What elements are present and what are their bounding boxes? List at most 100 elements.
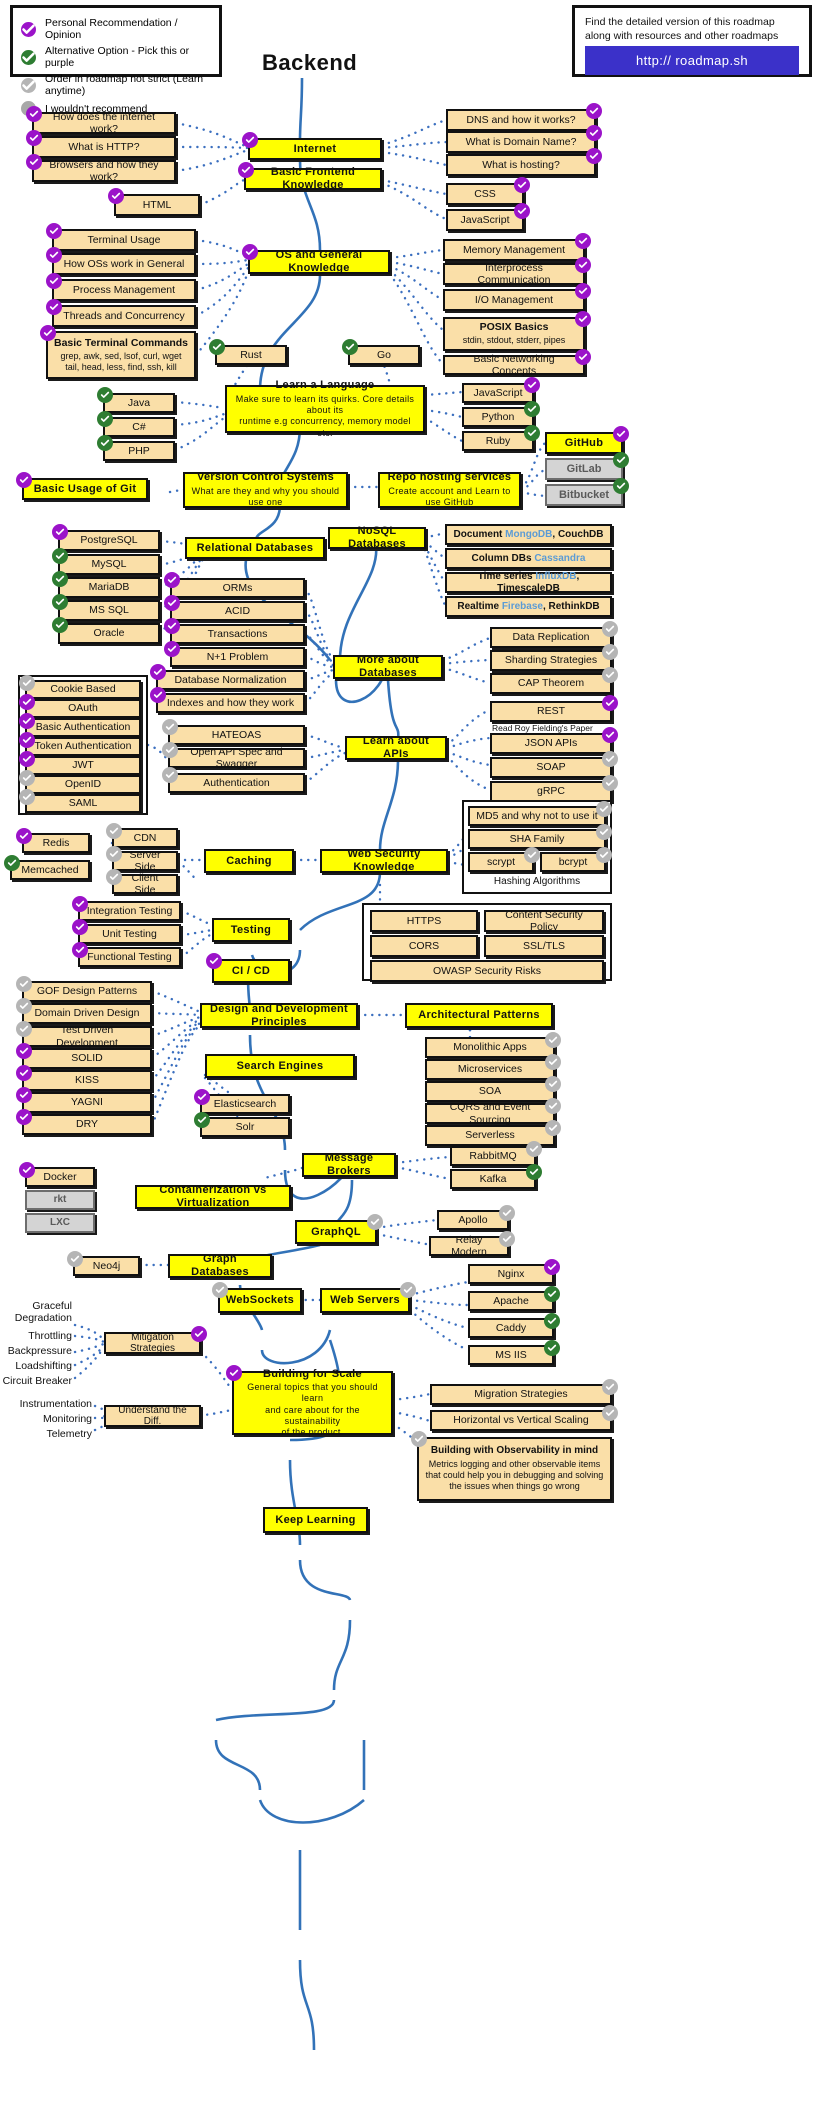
node-css[interactable]: CSS	[446, 177, 530, 205]
node-cqrs-event-sourcing[interactable]: CQRS and Event Sourcing	[425, 1098, 561, 1126]
node-nosql-realtime[interactable]: Realtime Firebase, RethinkDB	[445, 596, 612, 617]
node-testing[interactable]: Testing	[212, 918, 290, 942]
node-bcrypt[interactable]: bcrypt	[540, 847, 612, 872]
node-microservices[interactable]: Microservices	[425, 1054, 561, 1080]
node-rest[interactable]: REST	[490, 695, 618, 722]
node-transactions[interactable]: Transactions	[164, 618, 305, 644]
node-horizontal-vertical-scaling[interactable]: Horizontal vs Vertical Scaling	[430, 1405, 618, 1431]
node-scrypt[interactable]: scrypt	[468, 847, 540, 872]
node-ms-iis[interactable]: MS IIS	[468, 1340, 560, 1365]
roadmap-link-button[interactable]: http:// roadmap.sh	[585, 46, 799, 75]
node-soa[interactable]: SOA	[425, 1076, 561, 1102]
node-ruby[interactable]: Ruby	[462, 425, 540, 451]
node-memory-management[interactable]: Memory Management	[443, 233, 591, 261]
node-apache[interactable]: Apache	[468, 1286, 560, 1311]
node-io-management[interactable]: I/O Management	[443, 283, 591, 311]
node-https[interactable]: HTTPS	[370, 910, 478, 932]
node-elasticsearch[interactable]: Elasticsearch	[194, 1089, 290, 1114]
node-basic-authentication[interactable]: Basic Authentication	[19, 713, 141, 737]
node-cors[interactable]: CORS	[370, 935, 478, 957]
node-graphql[interactable]: GraphQL	[295, 1214, 383, 1244]
node-version-control-systems[interactable]: Version Control Systems What are they an…	[183, 471, 348, 508]
node-indexes[interactable]: Indexes and how they work	[150, 687, 305, 713]
node-html[interactable]: HTML	[108, 188, 200, 216]
node-postgresql[interactable]: PostgreSQL	[52, 524, 160, 551]
node-interprocess-communication[interactable]: Interprocess Communication	[443, 257, 591, 286]
node-internet[interactable]: Internet	[242, 132, 382, 160]
node-process-management[interactable]: Process Management	[46, 273, 196, 301]
node-owasp[interactable]: OWASP Security Risks	[370, 960, 604, 982]
node-building-with-observability[interactable]: Building with Observability in mind Metr…	[411, 1431, 612, 1501]
node-solr[interactable]: Solr	[194, 1112, 290, 1137]
node-soap[interactable]: SOAP	[490, 751, 618, 778]
node-learn-about-apis[interactable]: Learn about APIs	[345, 735, 447, 760]
node-web-security-knowledge[interactable]: Web Security Knowledge	[320, 848, 448, 873]
node-javascript-language[interactable]: JavaScript	[462, 377, 540, 403]
node-caching[interactable]: Caching	[204, 849, 294, 873]
node-go[interactable]: Go	[342, 339, 420, 365]
node-understand-the-diff[interactable]: Understand the Diff.	[104, 1405, 201, 1427]
node-acid[interactable]: ACID	[164, 595, 305, 621]
node-hosting[interactable]: What is hosting?	[446, 148, 602, 176]
node-browsers[interactable]: Browsers and how they work?	[26, 154, 176, 183]
node-what-is-http[interactable]: What is HTTP?	[26, 130, 176, 158]
node-test-driven-development[interactable]: Test Driven Development	[16, 1021, 152, 1049]
node-kafka[interactable]: Kafka	[450, 1164, 542, 1189]
node-data-replication[interactable]: Data Replication	[490, 621, 618, 648]
node-functional-testing[interactable]: Functional Testing	[72, 942, 181, 967]
node-oauth[interactable]: OAuth	[19, 694, 141, 718]
node-websockets[interactable]: WebSockets	[212, 1282, 302, 1313]
node-repo-hosting-services[interactable]: Repo hosting services Create account and…	[378, 471, 521, 508]
node-graph-databases[interactable]: Graph Databases	[168, 1253, 272, 1278]
node-dns[interactable]: DNS and how it works?	[446, 103, 602, 131]
node-web-servers[interactable]: Web Servers	[320, 1282, 416, 1313]
node-json-apis[interactable]: JSON APIs	[490, 727, 618, 754]
node-basic-usage-of-git[interactable]: Basic Usage of Git	[16, 472, 148, 500]
node-ssl-tls[interactable]: SSL/TLS	[484, 935, 604, 957]
node-nginx[interactable]: Nginx	[468, 1259, 560, 1284]
node-sha-family[interactable]: SHA Family	[468, 824, 612, 849]
node-search-engines[interactable]: Search Engines	[205, 1054, 355, 1078]
node-bitbucket[interactable]: Bitbucket	[545, 478, 629, 506]
node-migration-strategies[interactable]: Migration Strategies	[430, 1379, 618, 1405]
node-basic-terminal-commands[interactable]: Basic Terminal Commands grep, awk, sed, …	[40, 325, 196, 379]
node-learn-a-language[interactable]: Learn a Language Make sure to learn its …	[225, 379, 425, 438]
node-oracle[interactable]: Oracle	[52, 617, 160, 644]
node-ci-cd[interactable]: CI / CD	[206, 953, 290, 983]
node-hateoas[interactable]: HATEOAS	[162, 719, 305, 745]
node-domain-name[interactable]: What is Domain Name?	[446, 125, 602, 153]
node-caddy[interactable]: Caddy	[468, 1313, 560, 1338]
node-how-internet-works[interactable]: How does the internet work?	[26, 106, 176, 135]
node-github[interactable]: GitHub	[545, 426, 629, 454]
node-integration-testing[interactable]: Integration Testing	[72, 896, 181, 921]
node-mariadb[interactable]: MariaDB	[52, 571, 160, 598]
node-php[interactable]: PHP	[97, 435, 175, 461]
node-more-about-databases[interactable]: More about Databases	[333, 654, 443, 679]
node-yagni[interactable]: YAGNI	[16, 1087, 152, 1113]
node-how-os-work[interactable]: How OSs work in General	[46, 247, 196, 275]
node-os-general-knowledge[interactable]: OS and General Knowledge	[242, 244, 390, 274]
node-mssql[interactable]: MS SQL	[52, 594, 160, 621]
node-gitlab[interactable]: GitLab	[545, 452, 629, 480]
node-apollo[interactable]: Apollo	[437, 1205, 515, 1230]
node-rust[interactable]: Rust	[209, 339, 287, 365]
node-domain-driven-design[interactable]: Domain Driven Design	[16, 998, 152, 1024]
node-content-security-policy[interactable]: Content Security Policy	[484, 909, 604, 933]
node-design-development-principles[interactable]: Design and Development Principles	[200, 1003, 358, 1028]
node-unit-testing[interactable]: Unit Testing	[72, 919, 181, 944]
node-token-authentication[interactable]: Token Authentication	[19, 732, 141, 756]
node-n1-problem[interactable]: N+1 Problem	[164, 641, 305, 667]
node-openapi-swagger[interactable]: Open API Spec and Swagger	[162, 742, 305, 770]
node-jwt[interactable]: JWT	[19, 751, 141, 775]
node-containerization-virtualization[interactable]: Containerization vs Virtualization	[135, 1184, 291, 1209]
node-authentication[interactable]: Authentication	[162, 767, 305, 793]
node-cdn[interactable]: CDN	[106, 823, 178, 848]
node-memcached[interactable]: Memcached	[4, 855, 90, 880]
node-sharding-strategies[interactable]: Sharding Strategies	[490, 644, 618, 671]
node-rkt[interactable]: rkt	[25, 1190, 95, 1210]
node-threads-concurrency[interactable]: Threads and Concurrency	[46, 299, 196, 327]
node-relay-modern[interactable]: Relay Modern	[429, 1231, 515, 1258]
node-kiss[interactable]: KISS	[16, 1065, 152, 1091]
node-saml[interactable]: SAML	[19, 789, 141, 813]
node-orms[interactable]: ORMs	[164, 572, 305, 598]
